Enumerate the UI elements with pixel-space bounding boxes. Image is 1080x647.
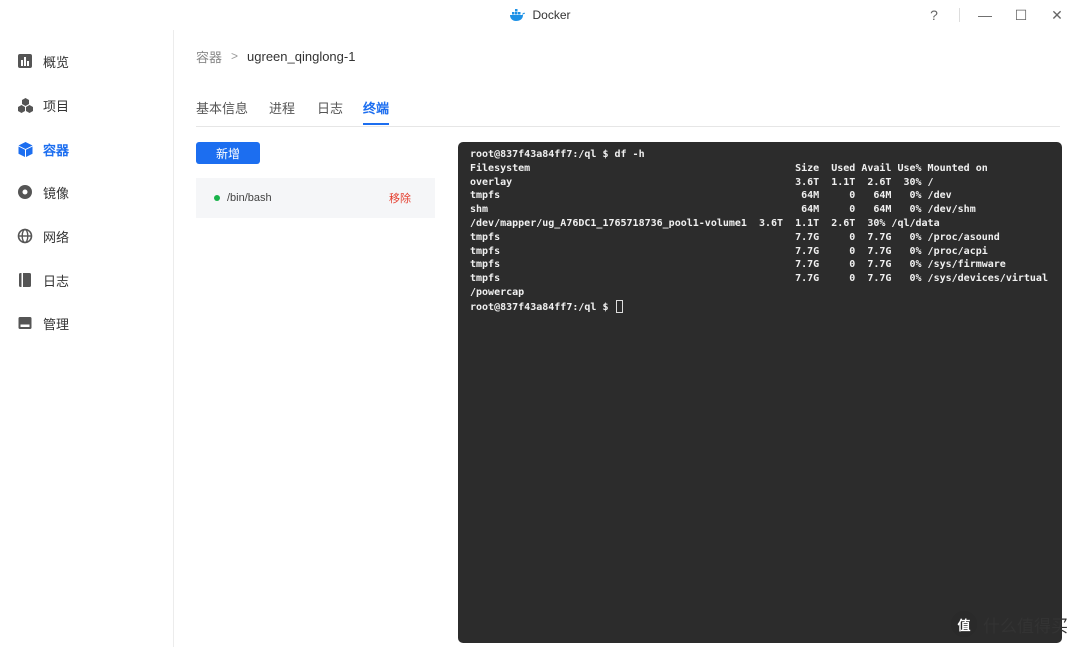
manage-icon	[16, 314, 34, 332]
sidebar-item-label: 镜像	[43, 185, 70, 201]
maximize-icon: ☐	[1014, 6, 1028, 23]
watermark-text: 什么值得买	[983, 616, 1068, 637]
docker-logo-icon	[510, 9, 526, 21]
terminal-line: /dev/mapper/ug_A76DC1_1765718736_pool1-v…	[470, 217, 940, 229]
sidebar-item-management[interactable]: 管理	[16, 312, 69, 334]
breadcrumb-current: ugreen_qinglong-1	[247, 48, 356, 64]
tab-basic-info[interactable]: 基本信息	[196, 98, 248, 126]
watermark: 值 什么值得买	[951, 611, 1068, 637]
terminal-line: tmpfs 7.7G 0 7.7G 0% /proc/acpi	[470, 245, 988, 257]
running-status-dot	[214, 195, 220, 201]
sidebar-item-label: 管理	[43, 316, 70, 332]
sidebar-item-logs[interactable]: 日志	[16, 269, 69, 291]
window-title-text: Docker	[532, 8, 571, 22]
breadcrumb-root-link[interactable]: 容器	[196, 47, 222, 66]
watermark-logo-icon: 值	[951, 611, 977, 637]
help-button[interactable]: ?	[923, 4, 945, 26]
terminal-line: overlay 3.6T 1.1T 2.6T 30% /	[470, 176, 934, 188]
add-session-button[interactable]: 新增	[196, 142, 260, 164]
sidebar-item-projects[interactable]: 项目	[16, 94, 69, 116]
sidebar-item-network[interactable]: 网络	[16, 225, 69, 247]
close-button[interactable]: ✕	[1046, 4, 1068, 26]
remove-session-button[interactable]: 移除	[389, 190, 411, 206]
help-icon: ?	[930, 7, 938, 23]
titlebar-divider	[959, 8, 960, 22]
disc-icon	[16, 183, 34, 201]
tab-processes[interactable]: 进程	[269, 98, 295, 126]
close-icon: ✕	[1051, 6, 1063, 23]
book-icon	[16, 271, 34, 289]
minimize-icon: —	[978, 7, 992, 23]
cubes-icon	[16, 96, 34, 114]
terminal-line: tmpfs 64M 0 64M 0% /dev	[470, 190, 952, 202]
session-list-item[interactable]: /bin/bash 移除	[196, 178, 435, 218]
terminal-line: shm 64M 0 64M 0% /dev/shm	[470, 204, 976, 216]
sidebar-item-label: 容器	[43, 142, 70, 158]
terminal-prompt: root@837f43a84ff7:/ql $	[470, 301, 615, 313]
chart-icon	[16, 52, 34, 70]
sidebar-item-label: 概览	[43, 54, 70, 70]
breadcrumb-separator: >	[231, 49, 239, 63]
session-name: /bin/bash	[227, 192, 272, 204]
tab-bar: 基本信息 进程 日志 终端	[196, 98, 1060, 127]
sidebar-item-label: 项目	[43, 98, 70, 114]
sidebar: 概览 项目 容器 镜像 网络 日志 管理	[0, 30, 174, 647]
title-bar: Docker ? — ☐ ✕	[0, 0, 1080, 30]
tab-logs[interactable]: 日志	[317, 98, 343, 126]
terminal-output[interactable]: root@837f43a84ff7:/ql $ df -h Filesystem…	[458, 142, 1062, 643]
terminal-line: /powercap	[470, 286, 525, 298]
terminal-line: tmpfs 7.7G 0 7.7G 0% /sys/devices/virtua…	[470, 273, 1048, 285]
tab-terminal[interactable]: 终端	[363, 98, 390, 126]
sidebar-item-containers[interactable]: 容器	[16, 138, 69, 160]
breadcrumb: 容器 > ugreen_qinglong-1	[196, 46, 355, 66]
sidebar-item-label: 日志	[43, 273, 70, 289]
terminal-line: tmpfs 7.7G 0 7.7G 0% /sys/firmware	[470, 259, 1006, 271]
sidebar-item-images[interactable]: 镜像	[16, 181, 69, 203]
sidebar-item-overview[interactable]: 概览	[16, 50, 69, 72]
cube-icon	[16, 140, 34, 158]
terminal-line: root@837f43a84ff7:/ql $ df -h	[470, 149, 645, 160]
terminal-prompt-line: root@837f43a84ff7:/ql $	[470, 299, 1062, 314]
terminal-line: Filesystem Size Used Avail Use% Mounted …	[470, 162, 988, 174]
minimize-button[interactable]: —	[974, 4, 996, 26]
maximize-button[interactable]: ☐	[1010, 4, 1032, 26]
globe-icon	[16, 227, 34, 245]
terminal-line: tmpfs 7.7G 0 7.7G 0% /proc/asound	[470, 231, 1000, 243]
sidebar-item-label: 网络	[43, 229, 70, 245]
terminal-cursor	[615, 299, 623, 313]
